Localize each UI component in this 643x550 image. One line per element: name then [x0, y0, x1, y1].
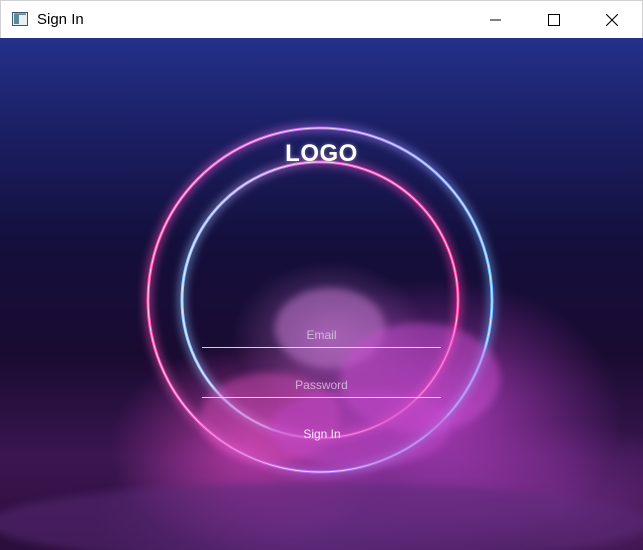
maximize-icon [548, 14, 560, 26]
close-button[interactable] [589, 1, 635, 39]
neon-rings-illustration [0, 123, 643, 550]
window-app-icon [12, 12, 28, 26]
minimize-button[interactable] [473, 1, 519, 39]
close-icon [606, 14, 618, 26]
password-input[interactable] [202, 373, 441, 398]
minimize-icon [490, 19, 501, 21]
sign-in-background: LOGO Sign In [0, 38, 643, 550]
logo-text: LOGO [285, 140, 358, 167]
email-input[interactable] [202, 323, 441, 348]
sign-in-window: Sign In LOGO Email Sign In [0, 0, 643, 550]
title-bar: Sign In [0, 0, 643, 38]
window-title: Sign In [37, 11, 84, 28]
maximize-button[interactable] [531, 1, 577, 39]
sign-in-button[interactable]: Sign In [272, 424, 372, 444]
ground-glow [0, 483, 643, 550]
